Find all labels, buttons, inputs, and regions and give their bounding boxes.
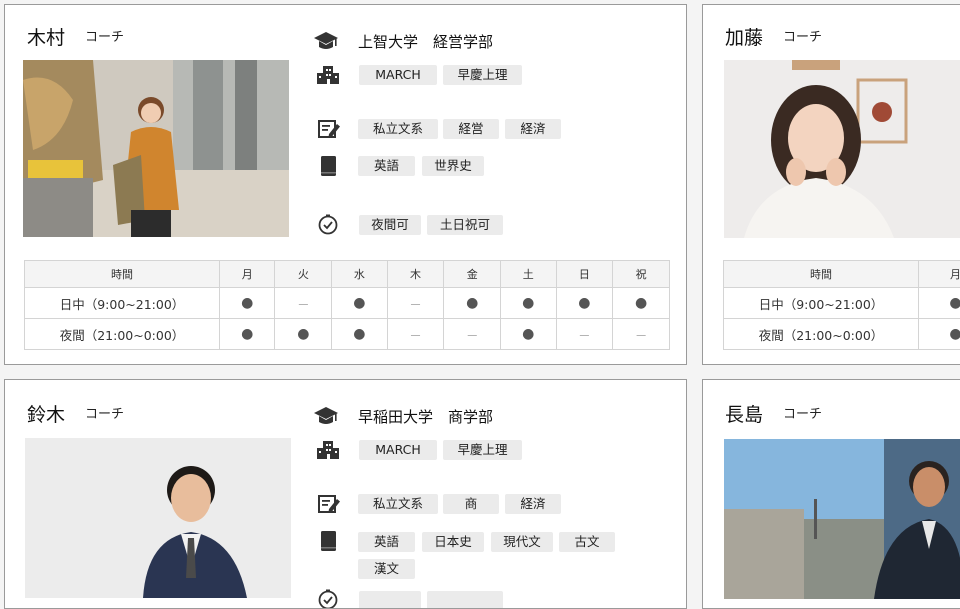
- subject-tag: 現代文: [491, 532, 553, 552]
- coach-photo: [25, 438, 291, 598]
- header-cell: 月: [919, 261, 960, 288]
- header-cell: 木: [387, 261, 444, 288]
- coach-photo: [724, 60, 960, 238]
- coach-photo: [23, 60, 289, 237]
- building-icon: [316, 64, 340, 88]
- field-tag: 私立文系: [358, 119, 438, 139]
- coach-photo: [724, 439, 960, 599]
- graduation-cap-icon: [313, 404, 337, 428]
- table-header-row: 時間 月 火 水 木 金 土 日 祝: [25, 261, 670, 288]
- header-cell: 水: [332, 261, 387, 288]
- time-tag: [427, 591, 503, 609]
- subject-tag: 日本史: [422, 532, 484, 552]
- availability-cell: ●: [556, 288, 613, 319]
- clock-icon: [317, 589, 341, 609]
- building-icon: [316, 439, 340, 463]
- availability-cell: －: [556, 319, 613, 350]
- coach-name: 長島: [725, 400, 763, 427]
- coach-card-suzuki[interactable]: 鈴木 コーチ 早稲田大学 商学部 MARCH 早慶上理 私立文系 商 経済 英語…: [4, 379, 687, 609]
- subject-tag: 世界史: [422, 156, 484, 176]
- availability-cell: －: [613, 319, 670, 350]
- header-cell: 日: [556, 261, 613, 288]
- row-label: 日中（9:00~21:00）: [25, 288, 220, 319]
- coach-card-kimura[interactable]: 木村 コーチ 上智大学 経営学部 MARCH 早慶上理 私立文系 経営: [4, 4, 687, 365]
- header-cell: 祝: [613, 261, 670, 288]
- header-cell: 火: [275, 261, 332, 288]
- subject-tag: 英語: [358, 532, 415, 552]
- header-cell: 時間: [724, 261, 919, 288]
- school-tag: 早慶上理: [443, 440, 522, 460]
- availability-cell: ●: [501, 288, 556, 319]
- availability-cell: －: [387, 288, 444, 319]
- school-tag: 早慶上理: [443, 65, 522, 85]
- availability-cell: －: [387, 319, 444, 350]
- field-tag: 経営: [443, 119, 499, 139]
- availability-cell: －: [275, 288, 332, 319]
- availability-table: 時間 月 日中（9:00~21:00） ● 夜間（21:00~0:00） ●: [723, 260, 960, 350]
- field-tag: 経済: [505, 119, 561, 139]
- book-icon: [319, 530, 343, 554]
- coach-name: 木村: [27, 23, 65, 50]
- coach-role: コーチ: [85, 403, 124, 422]
- coach-name: 加藤: [725, 23, 763, 50]
- coach-card-kato[interactable]: 加藤 コーチ 時間 月 日中（9:00~21:00） ● 夜間（21:00~0:…: [702, 4, 960, 365]
- coach-university: 上智大学 経営学部: [358, 31, 493, 52]
- edit-note-icon: [317, 493, 341, 517]
- availability-cell: ●: [220, 319, 275, 350]
- availability-cell: ●: [444, 288, 501, 319]
- time-tag: 夜間可: [359, 215, 421, 235]
- subject-tag: 英語: [358, 156, 415, 176]
- table-row: 日中（9:00~21:00） ●: [724, 288, 960, 319]
- availability-cell: ●: [332, 319, 387, 350]
- header-cell: 土: [501, 261, 556, 288]
- header-cell: 金: [444, 261, 501, 288]
- availability-cell: ●: [613, 288, 670, 319]
- coach-role: コーチ: [783, 403, 822, 422]
- subject-tag: 古文: [559, 532, 615, 552]
- availability-table: 時間 月 火 水 木 金 土 日 祝 日中（9:00~21:00） ● － ● …: [24, 260, 670, 350]
- coach-role: コーチ: [85, 26, 124, 45]
- edit-note-icon: [317, 118, 341, 142]
- coach-university: 早稲田大学 商学部: [358, 406, 493, 427]
- field-tag: 私立文系: [358, 494, 438, 514]
- table-row: 夜間（21:00~0:00） ●: [724, 319, 960, 350]
- school-tag: MARCH: [359, 65, 437, 85]
- graduation-cap-icon: [313, 29, 337, 53]
- row-label: 夜間（21:00~0:00）: [25, 319, 220, 350]
- availability-cell: ●: [332, 288, 387, 319]
- availability-cell: －: [444, 319, 501, 350]
- availability-cell: ●: [220, 288, 275, 319]
- row-label: 夜間（21:00~0:00）: [724, 319, 919, 350]
- row-label: 日中（9:00~21:00）: [724, 288, 919, 319]
- coach-role: コーチ: [783, 26, 822, 45]
- book-icon: [319, 155, 343, 179]
- coach-name: 鈴木: [27, 400, 65, 427]
- school-tag: MARCH: [359, 440, 437, 460]
- table-row: 夜間（21:00~0:00） ● ● ● － － ● － －: [25, 319, 670, 350]
- availability-cell: ●: [919, 288, 960, 319]
- header-cell: 時間: [25, 261, 220, 288]
- field-tag: 経済: [505, 494, 561, 514]
- availability-cell: ●: [919, 319, 960, 350]
- availability-cell: ●: [275, 319, 332, 350]
- clock-icon: [317, 214, 341, 238]
- time-tag: [359, 591, 421, 609]
- table-header-row: 時間 月: [724, 261, 960, 288]
- coach-card-nagashima[interactable]: 長島 コーチ: [702, 379, 960, 609]
- table-row: 日中（9:00~21:00） ● － ● － ● ● ● ●: [25, 288, 670, 319]
- header-cell: 月: [220, 261, 275, 288]
- time-tag: 土日祝可: [427, 215, 503, 235]
- availability-cell: ●: [501, 319, 556, 350]
- subject-tag: 漢文: [358, 559, 415, 579]
- field-tag: 商: [443, 494, 499, 514]
